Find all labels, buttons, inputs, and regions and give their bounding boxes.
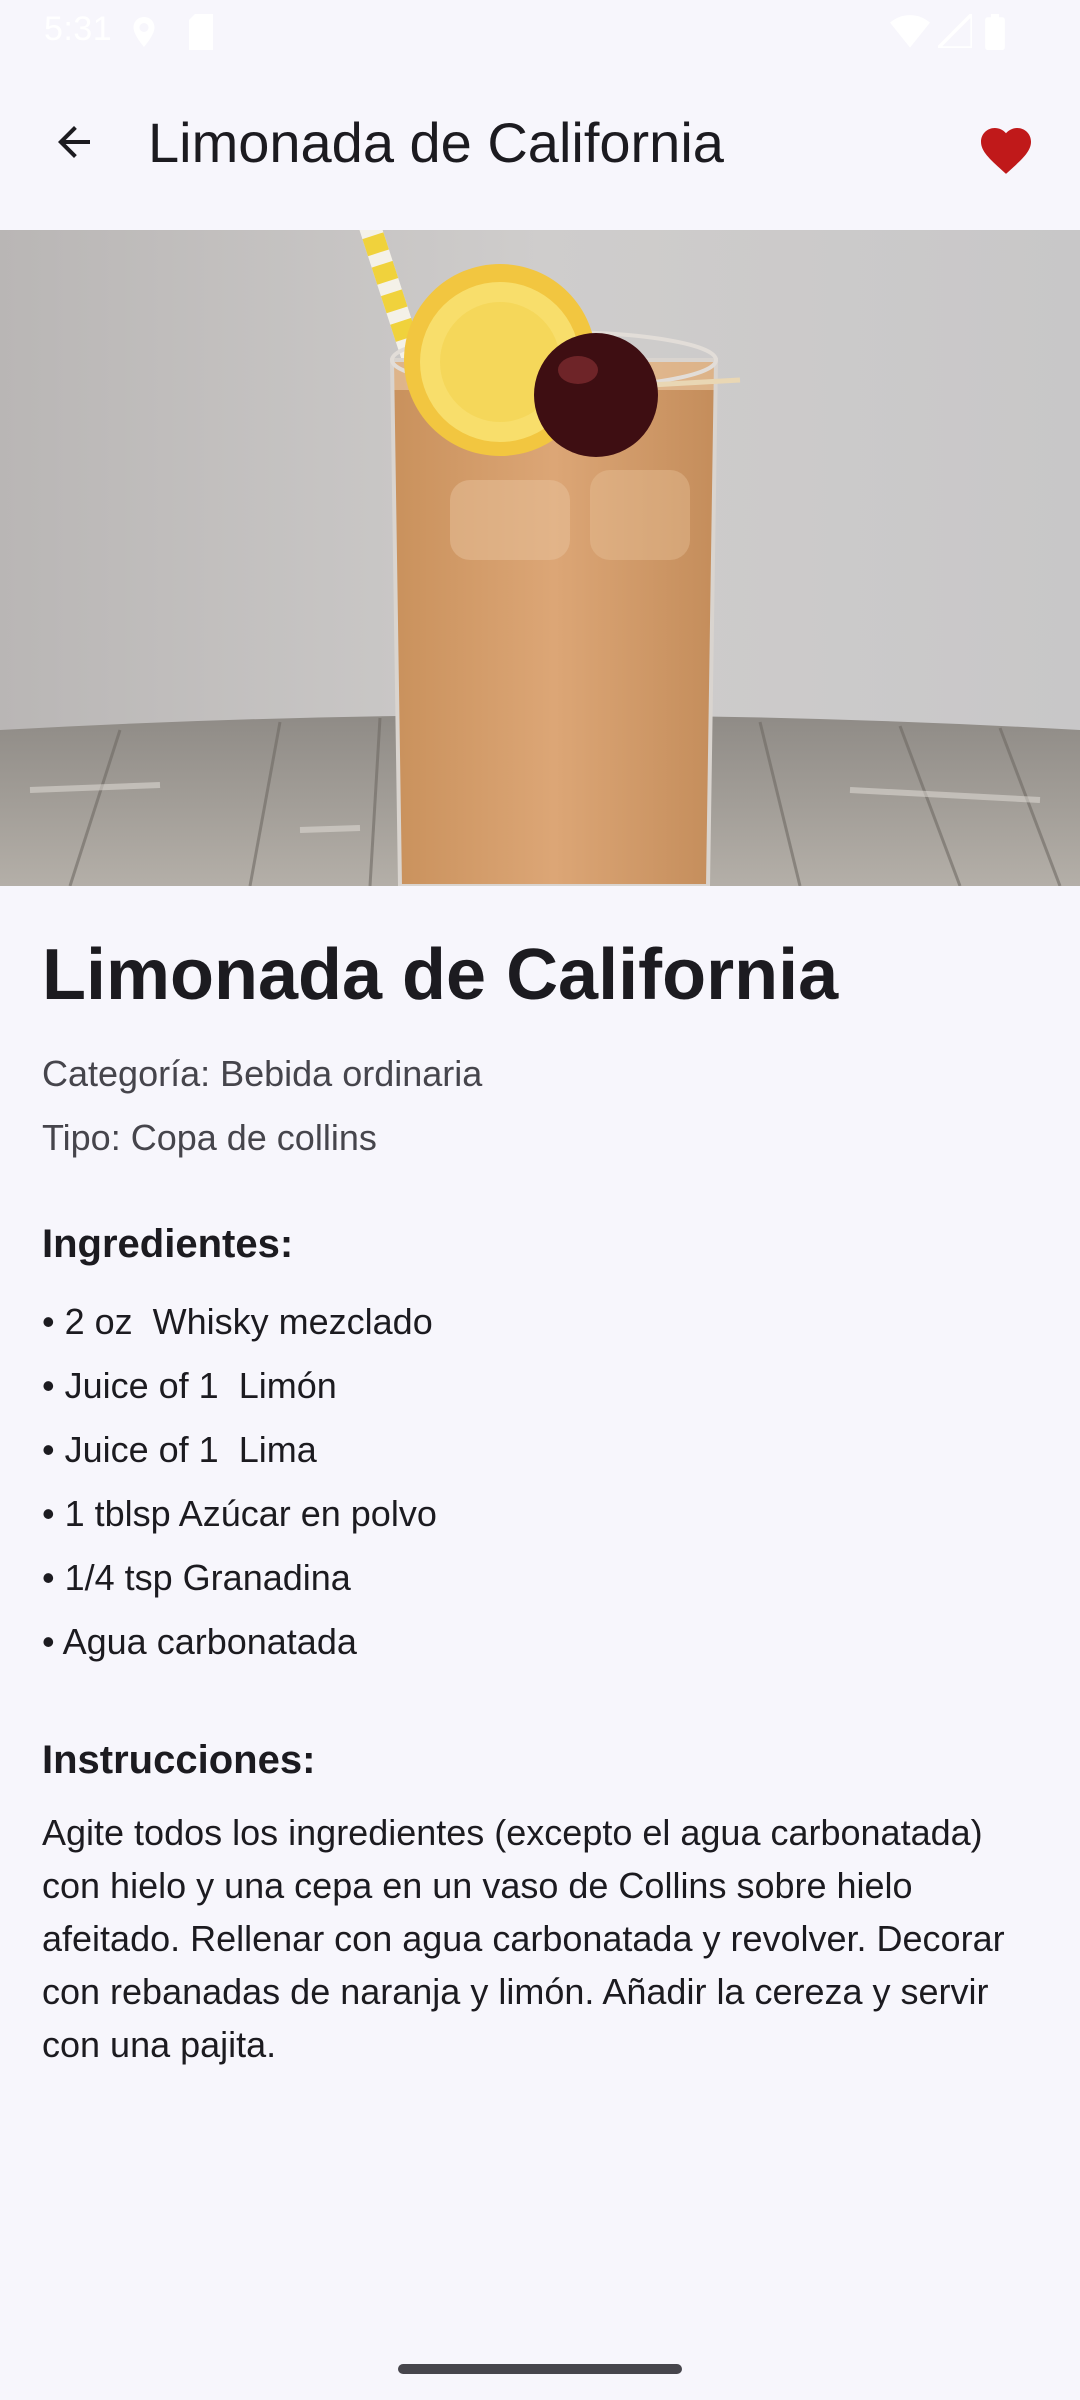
back-button[interactable]: [36, 104, 112, 180]
arrow-back-icon: [58, 126, 90, 158]
signal-icon: [938, 14, 972, 48]
drink-title: Limonada de California: [42, 935, 839, 1015]
drink-details: Limonada de California Categoría: Bebida…: [42, 920, 1038, 2071]
battery-icon: [985, 14, 1005, 50]
instructions-text: Agite todos los ingredientes (excepto el…: [42, 1812, 1005, 2065]
ingredients-list: • 2 oz Whisky mezclado • Juice of 1 Limó…: [42, 1290, 1038, 1674]
home-indicator[interactable]: [398, 2364, 682, 2374]
status-bar: 5:31: [0, 0, 1080, 64]
sd-card-icon: [189, 14, 213, 50]
location-icon: [133, 17, 155, 47]
ingredient-item: • Juice of 1 Limón: [42, 1365, 337, 1406]
instructions-heading: Instrucciones:: [42, 1738, 316, 1782]
app-bar-title: Limonada de California: [148, 111, 724, 174]
ingredient-item: • 2 oz Whisky mezclado: [42, 1301, 433, 1342]
status-time: 5:31: [44, 10, 113, 48]
ingredient-item: • Juice of 1 Lima: [42, 1429, 317, 1470]
top-app-bar: Limonada de California: [0, 64, 1080, 230]
heart-icon: [981, 128, 1031, 174]
ingredients-heading: Ingredientes:: [42, 1222, 294, 1266]
ingredient-item: • 1/4 tsp Granadina: [42, 1557, 351, 1598]
ingredient-item: • 1 tblsp Azúcar en polvo: [42, 1493, 437, 1534]
drink-glass-type: Tipo: Copa de collins: [42, 1117, 377, 1158]
favorite-button[interactable]: [966, 108, 1046, 188]
ingredient-item: • Agua carbonatada: [42, 1621, 357, 1662]
wifi-icon: [890, 15, 930, 48]
cocktail-photo: [0, 230, 1080, 886]
drink-category: Categoría: Bebida ordinaria: [42, 1053, 483, 1094]
